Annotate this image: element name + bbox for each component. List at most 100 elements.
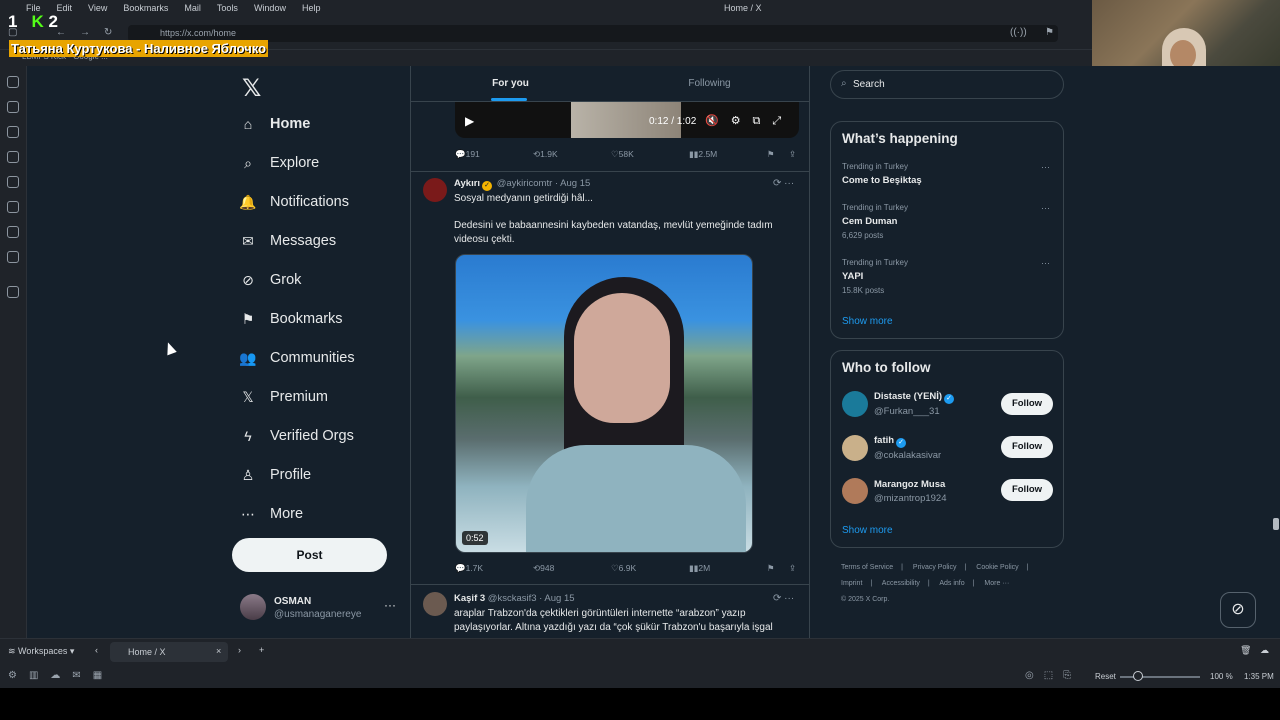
statusbar-left-icons[interactable]: ⚙▥☁✉▦ xyxy=(8,670,114,681)
follow-name[interactable]: fatih ✓ xyxy=(874,435,908,448)
panel-reader-icon[interactable] xyxy=(7,226,19,238)
tweet-date[interactable]: · Aug 15 xyxy=(555,178,590,189)
menu-bookmarks[interactable]: Bookmarks xyxy=(123,3,168,13)
panel-add-icon[interactable] xyxy=(7,286,19,298)
close-tab-icon[interactable]: × xyxy=(216,646,221,656)
show-more-link[interactable]: Show more xyxy=(842,525,893,536)
panel-bookmarks-icon[interactable] xyxy=(7,76,19,88)
tweet-date[interactable]: · Aug 15 xyxy=(539,593,574,604)
browser-tab[interactable]: Home / X × xyxy=(110,642,228,662)
menu-view[interactable]: View xyxy=(88,3,107,13)
views-button[interactable]: ▮▮ 2.5M xyxy=(689,149,717,160)
tweet-video[interactable]: 0:52 xyxy=(455,254,753,553)
zoom-slider[interactable] xyxy=(1120,676,1200,678)
share-icon[interactable]: ⇪ xyxy=(789,563,796,574)
menu-tools[interactable]: Tools xyxy=(217,3,238,13)
menu-mail[interactable]: Mail xyxy=(184,3,201,13)
search-input[interactable]: ⌕ Search xyxy=(830,70,1064,99)
avatar[interactable] xyxy=(842,391,868,417)
trend-name[interactable]: Cem Duman xyxy=(842,216,897,227)
footer-ads-info[interactable]: Ads info xyxy=(939,580,964,587)
footer-cookie[interactable]: Cookie Policy xyxy=(976,564,1018,571)
x-logo-icon[interactable]: 𝕏 xyxy=(242,74,261,103)
nav-explore[interactable]: ⌕ Explore xyxy=(240,151,319,175)
forward-icon[interactable]: → xyxy=(80,27,90,38)
nav-grok[interactable]: ⊘ Grok xyxy=(240,268,301,292)
nav-communities[interactable]: 👥 Communities xyxy=(239,346,354,370)
zoom-slider-handle[interactable] xyxy=(1133,671,1143,681)
like-button[interactable]: ♡ 58K xyxy=(611,149,634,160)
chevron-left-icon[interactable]: ‹ xyxy=(95,645,98,655)
panel-tasks-icon[interactable] xyxy=(7,201,19,213)
like-button[interactable]: ♡ 6.9K xyxy=(611,563,636,574)
menu-help[interactable]: Help xyxy=(302,3,321,13)
tweet-handle[interactable]: @ksckasif3 xyxy=(488,593,537,604)
new-tab-icon[interactable]: + xyxy=(259,645,264,655)
video-player[interactable]: ▶ 0:12 / 1:02 🔇⚙⧉⤢ xyxy=(455,102,799,138)
bookmark-icon[interactable]: ⚑ xyxy=(767,149,775,160)
workspaces-button[interactable]: ≋ Workspaces ▾ xyxy=(8,646,74,657)
nav-more[interactable]: ⋯ More xyxy=(240,502,303,526)
tab-for-you[interactable]: For you xyxy=(411,66,610,101)
avatar[interactable] xyxy=(842,478,868,504)
trash-icon[interactable]: 🗑 xyxy=(1240,645,1251,656)
nav-premium[interactable]: 𝕏 Premium xyxy=(240,385,328,409)
menu-edit[interactable]: Edit xyxy=(57,3,73,13)
tweet-author[interactable]: Kaşif 3 xyxy=(454,593,485,604)
reply-button[interactable]: 💬 1.7K xyxy=(455,563,483,574)
nav-messages[interactable]: ✉ Messages xyxy=(240,229,336,253)
video-controls[interactable]: 🔇⚙⧉⤢ xyxy=(705,114,793,128)
tweet-more-icon[interactable]: ⟳ ··· xyxy=(773,178,794,189)
tweet-author[interactable]: Aykırı xyxy=(454,178,480,189)
broadcast-icon[interactable]: ((·)) xyxy=(1010,27,1027,38)
bookmark-icon[interactable]: ⚑ xyxy=(767,563,775,574)
avatar[interactable] xyxy=(423,178,447,202)
cloud-icon[interactable]: ☁ xyxy=(1260,645,1269,656)
nav-home[interactable]: ⌂ Home xyxy=(240,112,311,136)
follow-name[interactable]: Distaste (YENİ) ✓ xyxy=(874,391,956,404)
menu-window[interactable]: Window xyxy=(254,3,286,13)
tweet-handle[interactable]: @aykiricomtr xyxy=(497,178,553,189)
follow-button[interactable]: Follow xyxy=(1001,436,1053,458)
nav-verified-orgs[interactable]: ϟ Verified Orgs xyxy=(240,424,354,448)
avatar[interactable] xyxy=(842,435,868,461)
show-more-link[interactable]: Show more xyxy=(842,316,893,327)
trend-more-icon[interactable]: ··· xyxy=(1041,162,1050,172)
tweet-more-icon[interactable]: ⟳ ··· xyxy=(773,593,794,604)
panel-history-icon[interactable] xyxy=(7,126,19,138)
page-scrollbar[interactable] xyxy=(1272,66,1280,638)
reload-icon[interactable]: ↻ xyxy=(104,27,112,38)
footer-imprint[interactable]: Imprint xyxy=(841,580,862,587)
nav-notifications[interactable]: 🔔 Notifications xyxy=(239,190,349,214)
footer-more[interactable]: More ··· xyxy=(984,580,1009,587)
chevron-right-icon[interactable]: › xyxy=(238,645,241,655)
repost-button[interactable]: ⟲ 1.9K xyxy=(533,149,558,160)
account-switcher[interactable]: OSMAN @usmanaganereye ··· xyxy=(240,592,405,624)
follow-button[interactable]: Follow xyxy=(1001,479,1053,501)
trend-more-icon[interactable]: ··· xyxy=(1041,258,1050,268)
nav-profile[interactable]: ♙ Profile xyxy=(240,463,311,487)
share-icon[interactable]: ⇪ xyxy=(789,149,796,160)
follow-button[interactable]: Follow xyxy=(1001,393,1053,415)
footer-accessibility[interactable]: Accessibility xyxy=(882,580,920,587)
footer-terms[interactable]: Terms of Service xyxy=(841,564,893,571)
follow-name[interactable]: Marangoz Musa xyxy=(874,479,945,490)
play-icon[interactable]: ▶ xyxy=(465,114,474,128)
footer-privacy[interactable]: Privacy Policy xyxy=(913,564,957,571)
statusbar-right-icons[interactable]: ◎⬚⎘ xyxy=(1025,670,1081,681)
panel-notes-icon[interactable] xyxy=(7,151,19,163)
zoom-reset[interactable]: Reset xyxy=(1095,672,1116,681)
grok-icon[interactable]: ⊘ xyxy=(1220,592,1256,628)
panel-mail-icon[interactable] xyxy=(7,251,19,263)
bookmark-icon[interactable]: ⚑ xyxy=(1045,27,1054,38)
post-button[interactable]: Post xyxy=(232,538,387,572)
reply-button[interactable]: 💬 191 xyxy=(455,149,480,160)
avatar[interactable] xyxy=(423,592,447,616)
trend-more-icon[interactable]: ··· xyxy=(1041,203,1050,213)
trend-name[interactable]: YAPI xyxy=(842,271,863,282)
panel-translate-icon[interactable] xyxy=(7,176,19,188)
tab-following[interactable]: Following xyxy=(610,66,809,101)
repost-button[interactable]: ⟲ 948 xyxy=(533,563,554,574)
trend-name[interactable]: Come to Beşiktaş xyxy=(842,175,922,186)
views-button[interactable]: ▮▮ 2M xyxy=(689,563,710,574)
